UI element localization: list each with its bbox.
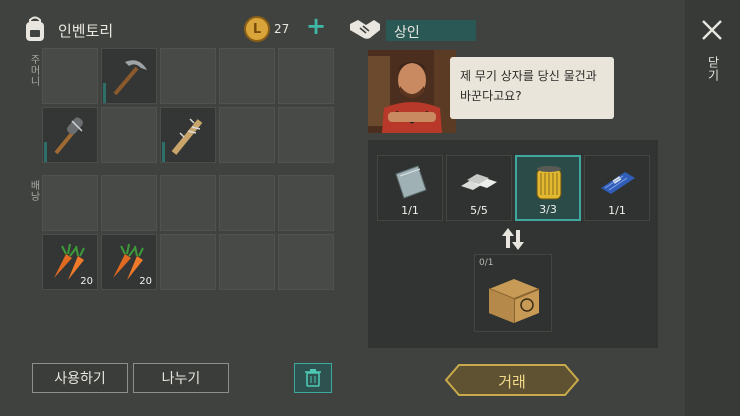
trade-label: 거래: [498, 373, 526, 391]
backpack-slot[interactable]: 20: [101, 234, 157, 290]
trader-title: 상인: [394, 25, 420, 41]
pocket-slot[interactable]: [160, 48, 216, 104]
offer-slot[interactable]: 1/1: [377, 155, 443, 221]
backpack-label: 배낭: [28, 180, 39, 202]
durability-bar: [162, 142, 165, 162]
offer-qty: 3/3: [539, 203, 557, 216]
pocket-slot[interactable]: [219, 107, 275, 163]
handshake-icon: [348, 16, 382, 42]
result-slot[interactable]: 0/1: [474, 254, 552, 332]
add-coins-button[interactable]: +: [306, 12, 326, 40]
circuit-board-icon: [595, 160, 639, 204]
split-button[interactable]: 나누기: [133, 363, 229, 393]
use-button[interactable]: 사용하기: [32, 363, 128, 393]
trash-icon: [305, 369, 321, 387]
close-label[interactable]: 닫기: [705, 56, 722, 82]
pocket-slot[interactable]: [42, 48, 98, 104]
backpack-slot[interactable]: [101, 175, 157, 231]
pocket-slot[interactable]: [160, 107, 216, 163]
offer-qty: 1/1: [608, 204, 626, 217]
backpack-icon: [24, 16, 46, 42]
durability-bar: [103, 83, 106, 103]
close-icon[interactable]: [700, 18, 724, 42]
oil-filter-icon: [527, 161, 571, 205]
trader-speech-bubble: 제 무기 상자를 당신 물건과 바꾼다고요?: [450, 57, 614, 119]
inventory-title: 인벤토리: [58, 22, 114, 40]
trader-message: 제 무기 상자를 당신 물건과 바꾼다고요?: [460, 69, 597, 103]
backpack-slot[interactable]: 20: [42, 234, 98, 290]
pocket-slot[interactable]: [219, 48, 275, 104]
exchange-arrows-icon: [500, 226, 526, 252]
pickaxe-icon: [107, 54, 151, 98]
trader-portrait: [368, 50, 456, 133]
metal-ingots-icon: [457, 160, 501, 204]
weapon-crate-icon: [488, 279, 540, 323]
backpack-slot[interactable]: [278, 234, 334, 290]
trade-button[interactable]: 거래: [445, 364, 579, 396]
backpack-slot[interactable]: [160, 175, 216, 231]
offer-slot[interactable]: 1/1: [584, 155, 650, 221]
backpack-slot[interactable]: [42, 175, 98, 231]
spiked-club-icon: [48, 113, 92, 157]
backpack-slot[interactable]: [219, 234, 275, 290]
pocket-slot[interactable]: [278, 48, 334, 104]
pocket-slot[interactable]: [42, 107, 98, 163]
backpack-slot[interactable]: [278, 175, 334, 231]
item-count: 20: [80, 276, 93, 287]
pocket-slot[interactable]: [101, 107, 157, 163]
backpack-slot[interactable]: [219, 175, 275, 231]
pocket-label: 주머니: [28, 54, 39, 87]
offer-slot[interactable]: 3/3: [515, 155, 581, 221]
pocket-slot[interactable]: [278, 107, 334, 163]
item-count: 20: [139, 276, 152, 287]
durability-bar: [44, 142, 47, 162]
metal-plate-icon: [388, 160, 432, 204]
trader-title-bar: 상인: [386, 20, 476, 41]
trash-button[interactable]: [294, 363, 332, 393]
coin-icon: L: [244, 16, 270, 42]
nailed-bat-icon: [166, 113, 210, 157]
backpack-slot[interactable]: [160, 234, 216, 290]
offer-qty: 1/1: [401, 204, 419, 217]
pocket-slot[interactable]: [101, 48, 157, 104]
offer-slot[interactable]: 5/5: [446, 155, 512, 221]
coin-count: 27: [274, 22, 290, 36]
offer-qty: 5/5: [470, 204, 488, 217]
